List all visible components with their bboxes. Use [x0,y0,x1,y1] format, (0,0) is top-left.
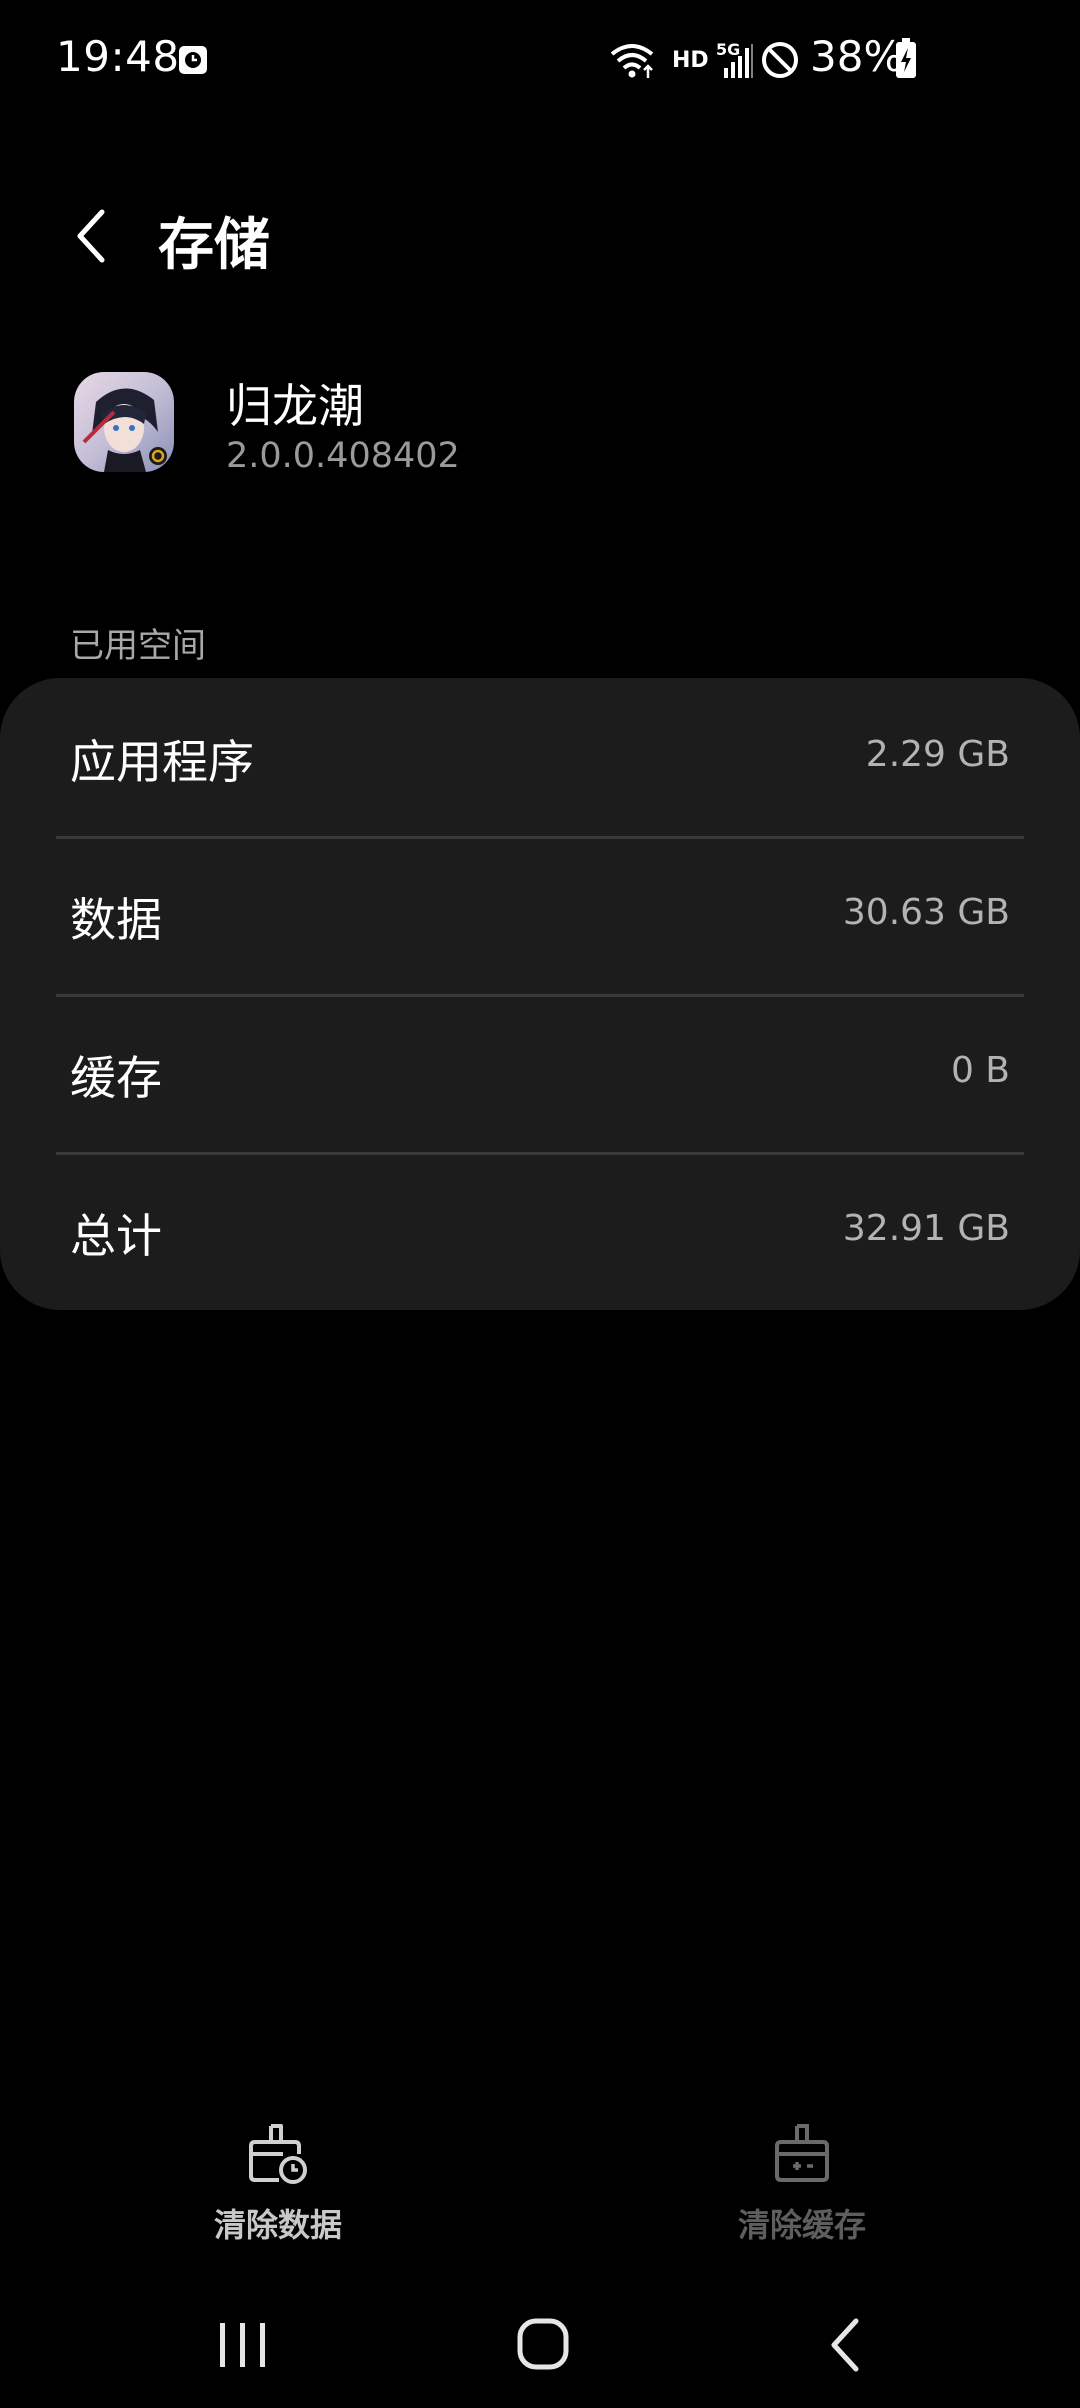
storage-row-data: 数据 30.63 GB [0,836,1080,994]
storage-row-cache: 缓存 0 B [0,994,1080,1152]
storage-row-label: 总计 [70,1209,162,1263]
chevron-left-icon [77,209,105,263]
home-icon[interactable] [512,2310,576,2380]
do-not-disturb-icon [762,42,798,78]
clear-data-icon [249,2124,307,2184]
clear-data-label: 清除数据 [213,2206,342,2244]
clear-cache-icon [775,2124,829,2182]
storage-row-value: 2.29 GB [865,734,1010,775]
back-button[interactable] [60,200,120,272]
hd-label: HD [672,48,709,73]
clear-cache-label: 清除缓存 [737,2206,866,2244]
app-icon [74,372,174,472]
app-name: 归龙潮 [226,379,364,433]
recent-apps-icon[interactable] [212,2310,272,2380]
storage-row-label: 缓存 [70,1051,162,1105]
clear-cache-button[interactable]: 清除缓存 [652,2120,952,2250]
storage-row-app: 应用程序 2.29 GB [0,678,1080,836]
storage-row-label: 应用程序 [70,735,254,789]
battery-percent: 38% [810,32,904,81]
storage-row-value: 30.63 GB [842,892,1010,933]
signal-icon [724,44,753,78]
storage-row-value: 32.91 GB [842,1208,1010,1249]
app-version: 2.0.0.408402 [226,436,460,476]
page-title: 存储 [158,213,270,278]
section-label-used-space: 已用空间 [70,626,206,666]
storage-card: 应用程序 2.29 GB 数据 30.63 GB 缓存 0 B 总计 32.91… [0,678,1080,1310]
battery-charging-icon [896,38,916,78]
status-time: 19:48 [56,32,180,81]
status-bar: 19:48 HD 5G 38% [0,0,1080,120]
clock-notification-icon [179,46,207,74]
storage-row-label: 数据 [70,893,162,947]
storage-row-value: 0 B [950,1050,1010,1091]
clear-data-button[interactable]: 清除数据 [128,2120,428,2250]
wifi-icon [610,44,654,78]
back-nav-icon[interactable] [820,2310,870,2380]
storage-row-total: 总计 32.91 GB [0,1152,1080,1310]
